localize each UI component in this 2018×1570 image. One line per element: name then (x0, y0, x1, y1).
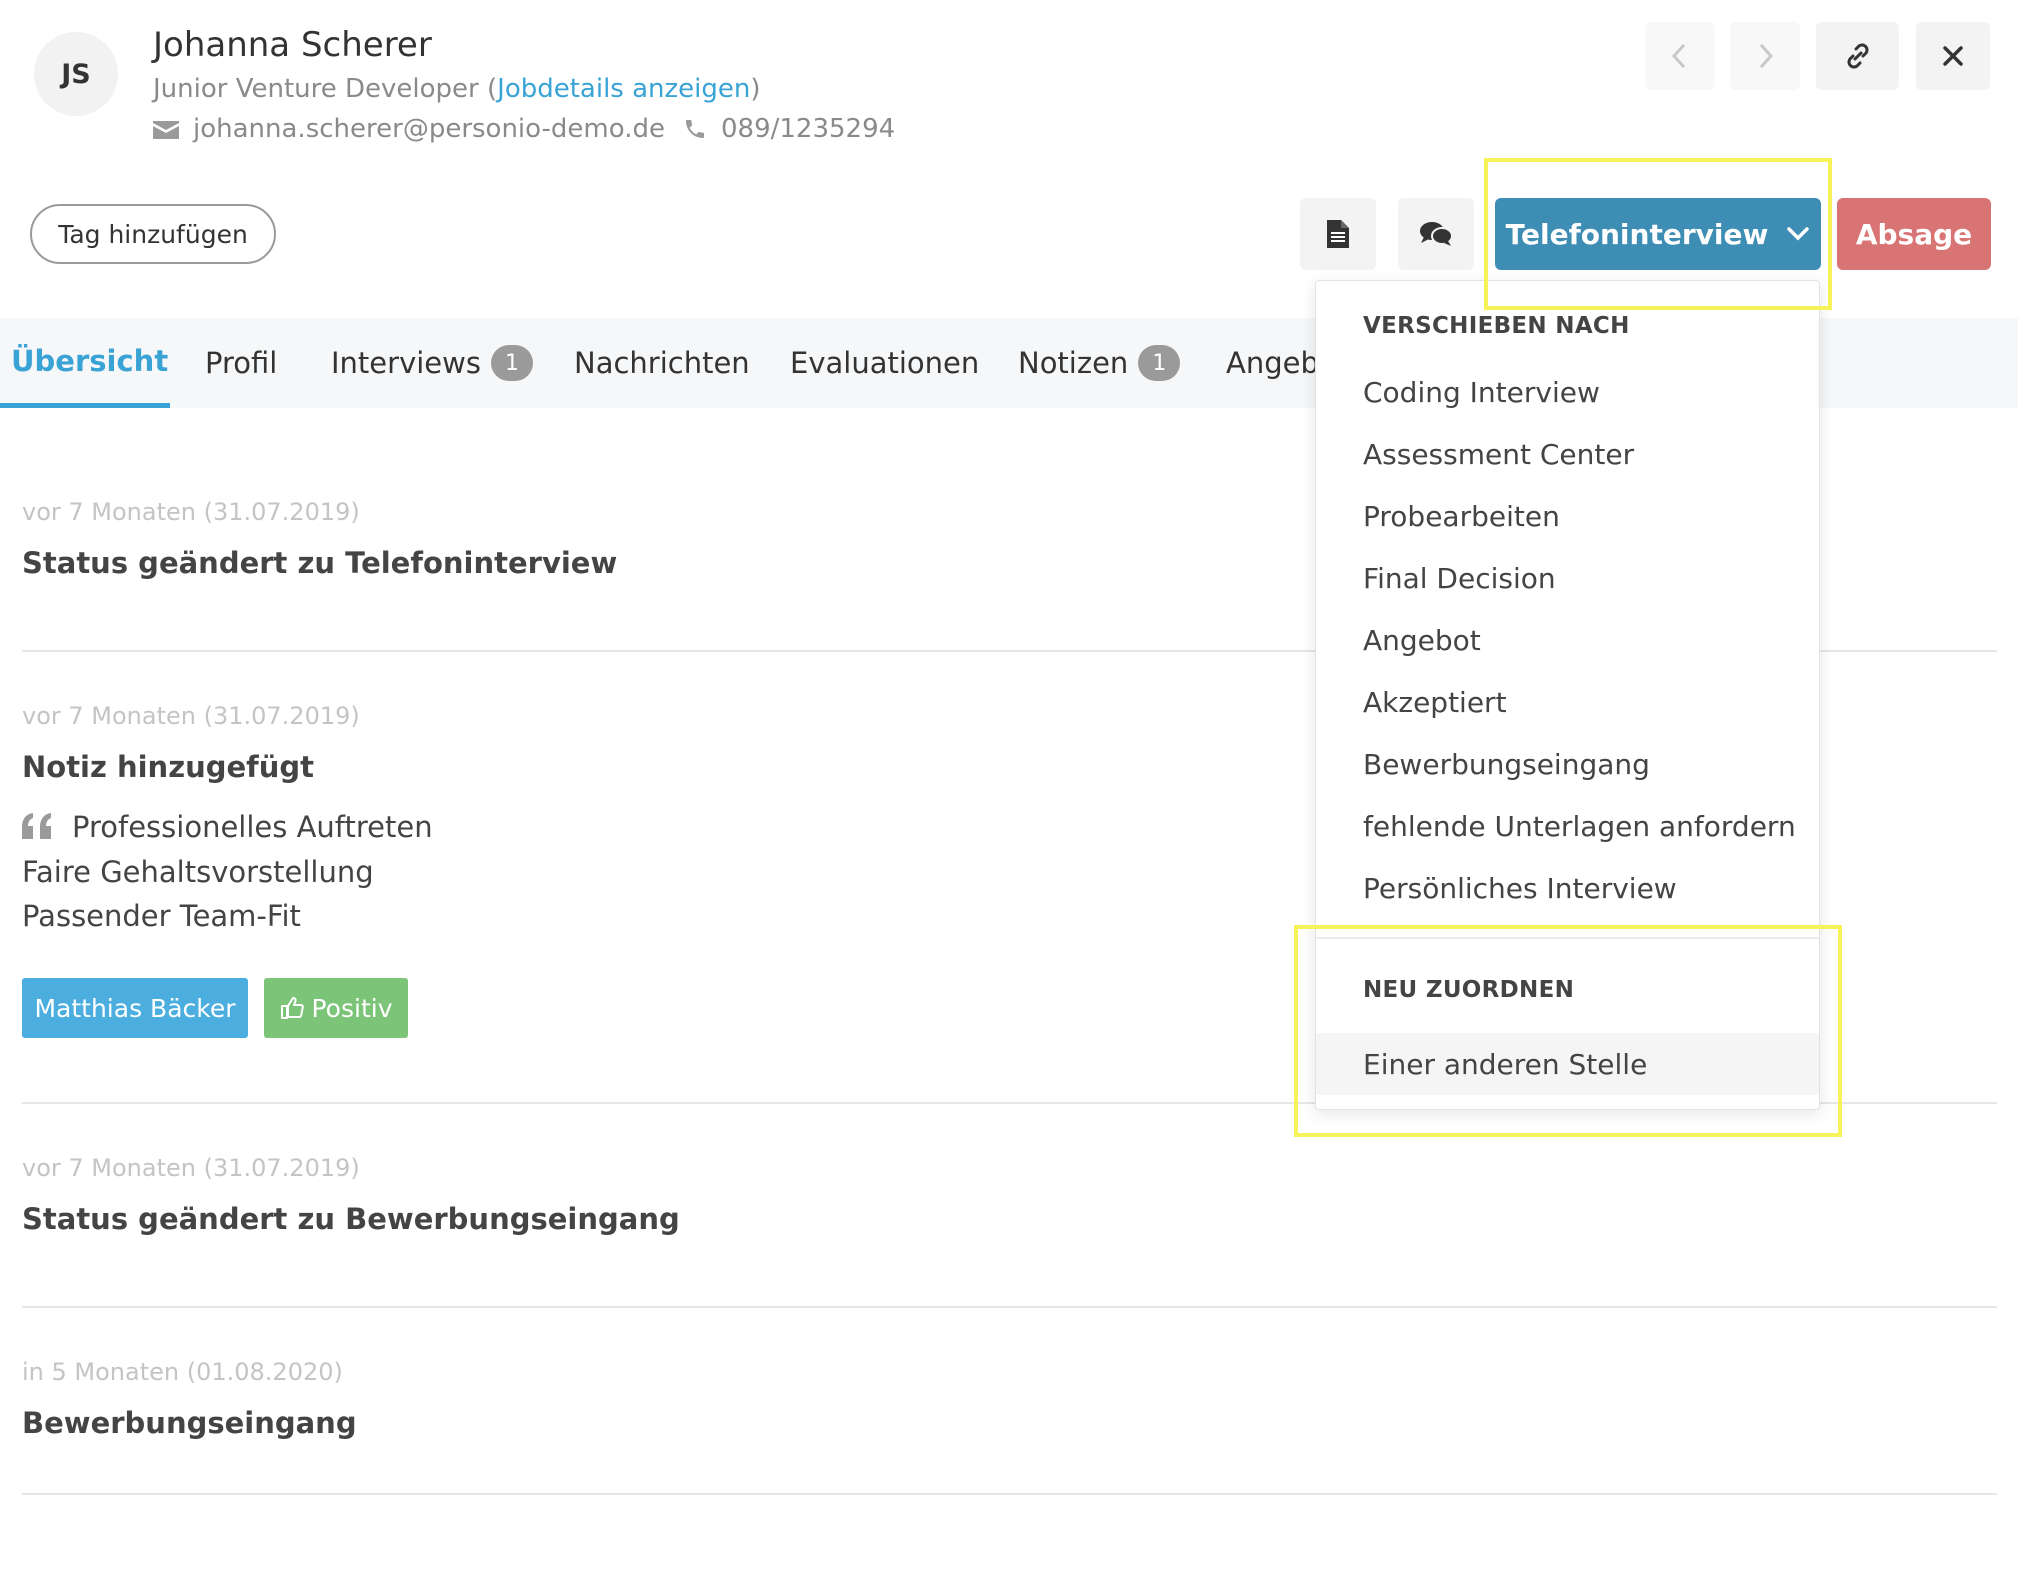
copy-link-button[interactable] (1816, 22, 1899, 90)
next-candidate-button[interactable] (1730, 22, 1800, 90)
status-button-label: Telefoninterview (1505, 217, 1769, 251)
dropdown-item[interactable]: Coding Interview (1316, 361, 1819, 423)
dropdown-item[interactable]: Assessment Center (1316, 423, 1819, 485)
note-line: Faire Gehaltsvorstellung (22, 855, 374, 889)
quote-icon (22, 813, 51, 839)
job-paren-open: ( (478, 74, 498, 104)
dropdown-item[interactable]: Bewerbungseingang (1316, 733, 1819, 795)
tab-count-badge: 1 (1138, 345, 1181, 381)
feed-title: Status geändert zu Telefoninterview (22, 546, 618, 580)
tab-messages[interactable]: Nachrichten (574, 318, 750, 408)
documents-button[interactable] (1300, 198, 1376, 270)
tab-count-badge: 1 (490, 345, 533, 381)
feed-title: Notiz hinzugefügt (22, 750, 315, 784)
link-icon (1847, 43, 1868, 69)
dropdown-item-other-position[interactable]: Einer anderen Stelle (1316, 1033, 1819, 1095)
reject-button[interactable]: Absage (1837, 198, 1991, 270)
tab-label: Übersicht (11, 343, 169, 378)
previous-candidate-button[interactable] (1645, 22, 1715, 90)
tab-label: Interviews (331, 346, 481, 380)
feed-date: vor 7 Monaten (31.07.2019) (22, 1154, 360, 1182)
dropdown-item[interactable]: Angebot (1316, 609, 1819, 671)
dropdown-item[interactable]: fehlende Unterlagen anfordern (1316, 795, 1819, 857)
chevron-left-icon (1671, 43, 1686, 69)
dropdown-item[interactable]: Final Decision (1316, 547, 1819, 609)
job-title: Junior Venture Developer (153, 74, 479, 104)
avatar: JS (34, 32, 118, 116)
phone-icon (685, 120, 704, 138)
feed-title: Bewerbungseingang (22, 1406, 357, 1440)
candidate-name: Johanna Scherer (153, 25, 432, 65)
tab-profile[interactable]: Profil (205, 318, 277, 408)
dropdown-section-header: NEU ZUORDNEN (1363, 977, 1575, 1003)
author-chip-label: Matthias Bäcker (34, 993, 236, 1023)
feed-date: vor 7 Monaten (31.07.2019) (22, 498, 360, 526)
tab-overview[interactable]: Übersicht (0, 318, 170, 408)
status-dropdown-menu: VERSCHIEBEN NACH Coding Interview Assess… (1315, 280, 1820, 1110)
feed-date: vor 7 Monaten (31.07.2019) (22, 702, 360, 730)
dropdown-item[interactable]: Probearbeiten (1316, 485, 1819, 547)
comments-icon (1420, 222, 1453, 246)
add-tag-button[interactable]: Tag hinzufügen (30, 204, 276, 264)
tab-evaluations[interactable]: Evaluationen (790, 318, 979, 408)
job-details-link[interactable]: Jobdetails anzeigen (497, 74, 750, 104)
dropdown-divider (1316, 937, 1819, 939)
close-button[interactable] (1916, 22, 1990, 90)
contact-line: johanna.scherer@personio-demo.de 089/123… (153, 114, 895, 144)
document-icon (1327, 220, 1349, 248)
note-line: Professionelles Auftreten (22, 810, 433, 844)
dropdown-section-header: VERSCHIEBEN NACH (1363, 313, 1630, 339)
dropdown-item[interactable]: Akzeptiert (1316, 671, 1819, 733)
tab-notes[interactable]: Notizen 1 (1018, 318, 1181, 408)
rating-chip-label: Positiv (311, 993, 393, 1023)
note-text: Professionelles Auftreten (72, 810, 433, 844)
feed-divider (22, 1493, 1997, 1495)
thumbs-up-icon (280, 997, 304, 1019)
tab-label: Nachrichten (574, 346, 750, 380)
messages-button[interactable] (1398, 198, 1474, 270)
feed-date: in 5 Monaten (01.08.2020) (22, 1358, 343, 1386)
dropdown-item[interactable]: Persönliches Interview (1316, 857, 1819, 919)
author-chip[interactable]: Matthias Bäcker (22, 978, 248, 1038)
feed-title: Status geändert zu Bewerbungseingang (22, 1202, 680, 1236)
note-line: Passender Team-Fit (22, 899, 301, 933)
job-paren-close: ) (750, 74, 761, 104)
status-dropdown-button[interactable]: Telefoninterview (1495, 198, 1821, 270)
tab-label: Profil (205, 346, 278, 380)
mail-icon (153, 121, 179, 139)
chevron-down-icon (1787, 227, 1810, 241)
rating-chip[interactable]: Positiv (264, 978, 408, 1038)
feed-divider (22, 1306, 1997, 1308)
email-text[interactable]: johanna.scherer@personio-demo.de (193, 114, 665, 144)
tab-label: Notizen (1018, 346, 1129, 380)
tab-label: Evaluationen (790, 346, 980, 380)
job-line: Junior Venture Developer (Jobdetails anz… (153, 74, 761, 104)
tab-interviews[interactable]: Interviews 1 (331, 318, 533, 408)
chevron-right-icon (1759, 43, 1774, 69)
close-icon (1943, 46, 1963, 66)
phone-text[interactable]: 089/1235294 (721, 114, 895, 144)
